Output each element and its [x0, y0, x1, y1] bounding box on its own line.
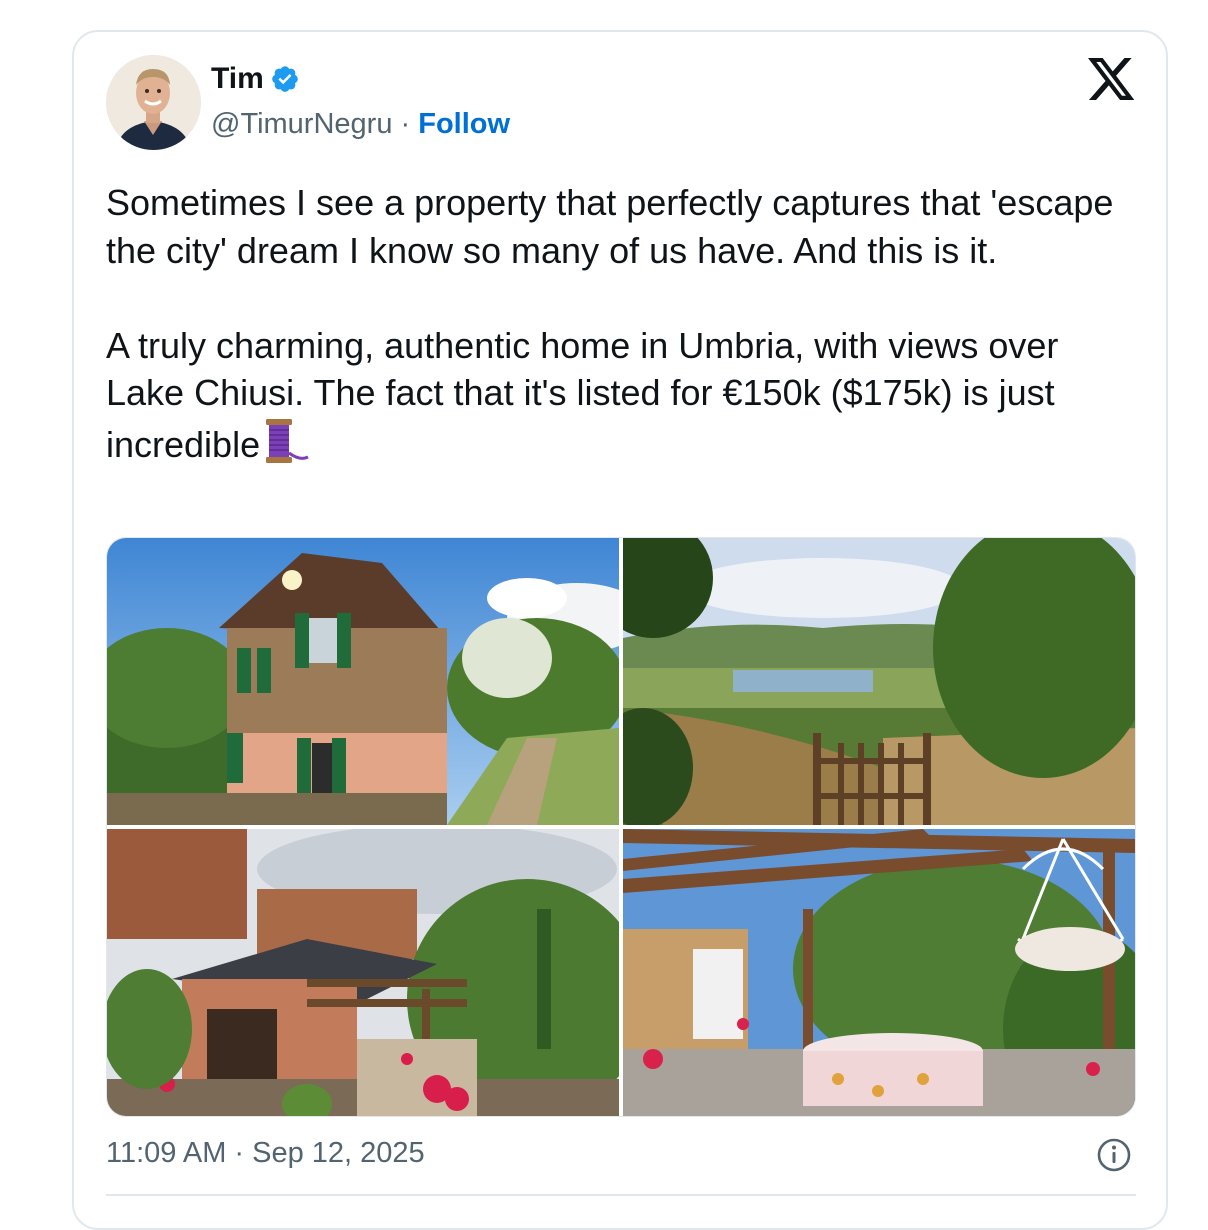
author-handle-row: @TimurNegru · Follow [211, 108, 510, 141]
author-name-row[interactable]: Tim [211, 62, 300, 96]
tweet-text: Sometimes I see a property that perfectl… [106, 179, 1146, 468]
photo-lake-view[interactable] [623, 538, 1135, 825]
divider [106, 1194, 1136, 1196]
x-logo-icon[interactable] [1088, 58, 1136, 102]
info-icon[interactable] [1096, 1137, 1132, 1173]
handle-separator: · [392, 108, 419, 140]
avatar[interactable] [106, 55, 201, 150]
photo-village-garden[interactable] [107, 829, 619, 1116]
spool-of-thread-icon [266, 418, 309, 463]
author-name[interactable]: Tim [211, 62, 264, 96]
photo-pergola-patio[interactable] [623, 829, 1135, 1116]
tweet-timestamp[interactable]: 11:09 AM · Sep 12, 2025 [106, 1137, 425, 1170]
author-handle[interactable]: @TimurNegru [211, 108, 392, 140]
follow-button[interactable]: Follow [418, 108, 510, 140]
media-grid[interactable] [106, 537, 1136, 1117]
verified-badge-icon [271, 66, 298, 92]
photo-house-exterior[interactable] [107, 538, 619, 825]
tweet-body: Sometimes I see a property that perfectl… [106, 182, 1114, 465]
